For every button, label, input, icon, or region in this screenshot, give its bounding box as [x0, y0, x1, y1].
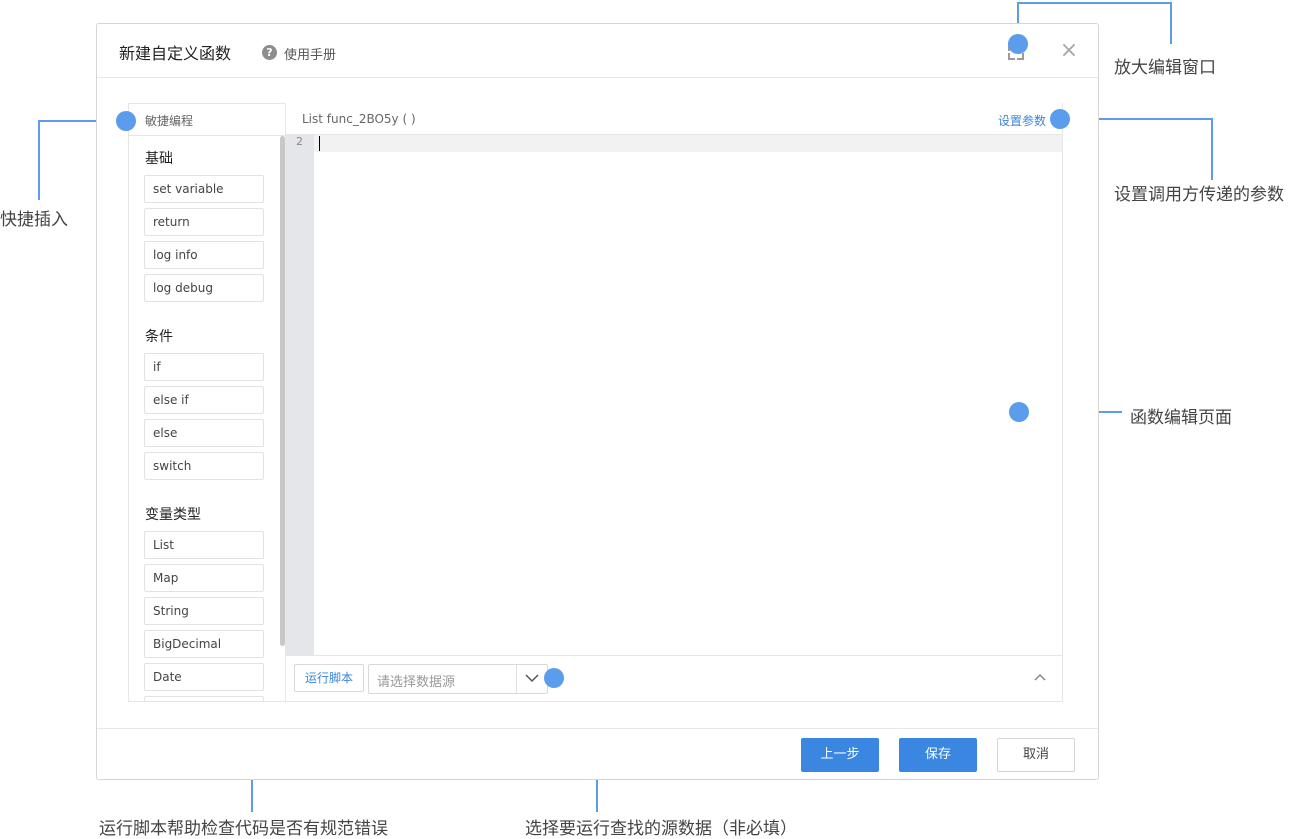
annotation-dot-params [1050, 109, 1070, 129]
quick-item-date[interactable]: Date [144, 663, 264, 691]
annotation-dot-editor [1009, 402, 1029, 422]
close-icon[interactable]: × [1059, 40, 1079, 62]
datasource-separator [516, 665, 517, 693]
quick-item-log-debug[interactable]: log debug [144, 274, 264, 302]
quick-item-string[interactable]: String [144, 597, 264, 625]
quick-item-list[interactable]: List [144, 531, 264, 559]
chevron-up-icon[interactable] [1031, 668, 1049, 686]
line-number-gutter: 2 [286, 135, 314, 655]
chevron-down-icon[interactable] [524, 670, 540, 686]
datasource-select[interactable]: 请选择数据源 [368, 664, 548, 694]
annotation-dot-expand [1008, 34, 1028, 54]
quick-item-return[interactable]: return [144, 208, 264, 236]
quick-item-log-info[interactable]: log info [144, 241, 264, 269]
save-button[interactable]: 保存 [899, 738, 977, 772]
header-divider [97, 77, 1098, 78]
group-label-variable-types: 变量类型 [145, 507, 201, 523]
annotation-edit-page: 函数编辑页面 [1130, 408, 1232, 428]
help-icon[interactable]: ? [262, 45, 277, 60]
quick-insert-panel: 敏捷编程 基础 set variable return log info log… [128, 103, 286, 702]
annotation-expand-window: 放大编辑窗口 [1114, 58, 1216, 78]
group-label-condition: 条件 [145, 329, 173, 345]
group-label-basic: 基础 [145, 151, 173, 167]
text-cursor [319, 136, 320, 151]
function-editor: List func_2BO5y ( ) 设置参数 2 运行脚本 请选择数据源 [286, 103, 1063, 702]
footer-divider [97, 728, 1098, 729]
quick-item-partial[interactable] [144, 696, 264, 701]
quick-item-set-variable[interactable]: set variable [144, 175, 264, 203]
dialog-title: 新建自定义函数 [119, 44, 232, 63]
user-manual-link[interactable]: 使用手册 [284, 44, 336, 63]
set-params-link[interactable]: 设置参数 [998, 112, 1046, 129]
editor-bottom-divider [286, 655, 1062, 656]
cancel-button[interactable]: 取消 [997, 738, 1075, 772]
quick-insert-divider [129, 135, 285, 136]
active-line-highlight[interactable] [314, 135, 1062, 152]
code-editor-area[interactable] [314, 152, 1062, 655]
previous-step-button[interactable]: 上一步 [801, 738, 879, 772]
line-number: 2 [296, 135, 303, 148]
quick-insert-title: 敏捷编程 [145, 114, 194, 128]
quick-item-if[interactable]: if [144, 353, 264, 381]
annotation-run-script: 运行脚本帮助检查代码是否有规范错误 [99, 819, 388, 839]
quick-insert-scrollbar[interactable] [280, 136, 285, 646]
custom-function-dialog: 新建自定义函数 ? 使用手册 × 敏捷编程 基础 set variable re… [96, 23, 1099, 780]
datasource-placeholder: 请选择数据源 [377, 675, 456, 690]
annotation-datasource: 选择要运行查找的源数据（非必填） [525, 819, 797, 839]
annotation-set-params: 设置调用方传递的参数 [1114, 185, 1284, 205]
quick-item-else[interactable]: else [144, 419, 264, 447]
quick-item-switch[interactable]: switch [144, 452, 264, 480]
annotation-dot-datasource [544, 668, 564, 688]
quick-item-else-if[interactable]: else if [144, 386, 264, 414]
quick-item-map[interactable]: Map [144, 564, 264, 592]
run-script-button[interactable]: 运行脚本 [294, 664, 364, 692]
annotation-dot-quick [116, 111, 136, 131]
quick-item-bigdecimal[interactable]: BigDecimal [144, 630, 264, 658]
function-signature: List func_2BO5y ( ) [302, 112, 416, 126]
annotation-quick-insert: 快捷插入 [0, 210, 68, 230]
